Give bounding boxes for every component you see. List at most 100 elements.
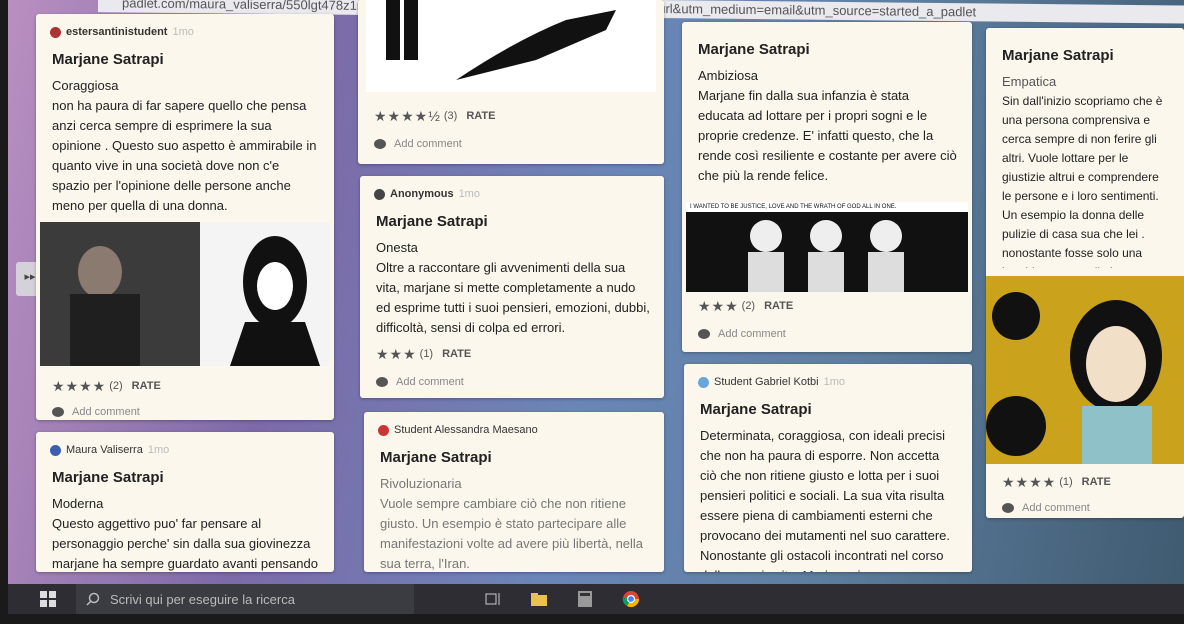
avatar: [374, 188, 385, 200]
avatar: [50, 26, 61, 38]
post-body: non ha paura di far sapere quello che pe…: [52, 98, 317, 213]
post-card[interactable]: Anonymous 1mo Marjane Satrapi Onesta Olt…: [360, 176, 664, 398]
post-body: Oltre a raccontare gli avvenimenti della…: [376, 260, 650, 335]
post-author: Student Gabriel Kotbi: [714, 376, 819, 388]
post-adjective: Coraggiosa: [52, 78, 119, 93]
running-figure-illustration: [386, 0, 616, 80]
post-image: [986, 276, 1184, 464]
post-card[interactable]: estersantinistudent 1mo Marjane Satrapi …: [36, 14, 334, 420]
add-comment[interactable]: Add comment: [986, 498, 1106, 518]
taskbar-search-input[interactable]: Scrivi qui per eseguire la ricerca: [76, 584, 414, 614]
comment-icon: [1002, 503, 1014, 513]
post-rating: ★★★★½ (3) RATE: [358, 106, 511, 126]
post-author: Student Alessandra Maesano: [394, 424, 538, 436]
comment-icon: [376, 377, 388, 387]
post-title: Marjane Satrapi: [52, 51, 164, 68]
rate-button[interactable]: RATE: [764, 296, 793, 316]
post-image: [40, 222, 330, 366]
post-adjective: Empatica: [1002, 74, 1057, 89]
post-rating: ★★★ (2) RATE: [682, 296, 809, 316]
search-placeholder: Scrivi qui per eseguire la ricerca: [110, 591, 295, 607]
stars[interactable]: ★★★: [698, 296, 739, 316]
post-time: 1mo: [172, 26, 194, 38]
post-rating: ★★★★ (2) RATE: [36, 376, 177, 396]
post-rating: ★★★ (1) RATE: [360, 344, 487, 364]
add-comment-label: Add comment: [394, 138, 462, 150]
post-title: Marjane Satrapi: [1002, 47, 1114, 64]
post-author: Anonymous: [390, 188, 454, 200]
avatar: [378, 424, 389, 436]
post-author: Maura Valiserra: [66, 444, 143, 456]
windows-start-icon[interactable]: [40, 591, 56, 607]
post-author: estersantinistudent: [66, 26, 168, 38]
gears-illustration: [986, 292, 1162, 464]
post-image: I WANTED TO BE JUSTICE, LOVE AND THE WRA…: [686, 202, 968, 292]
post-time: 1mo: [147, 444, 170, 456]
post-body: Sin dall'inizio scopriamo che è una pers…: [1002, 94, 1163, 268]
stars[interactable]: ★★★: [376, 344, 417, 364]
post-rating: ★★★★ (1) RATE: [986, 472, 1127, 492]
taskbar: Scrivi qui per eseguire la ricerca: [8, 584, 1184, 614]
post-header: Maura Valiserra 1mo: [36, 432, 334, 460]
comment-icon: [698, 329, 710, 339]
post-title: Marjane Satrapi: [700, 401, 812, 418]
comic-caption: I WANTED TO BE JUSTICE, LOVE AND THE WRA…: [686, 202, 968, 212]
post-title: Marjane Satrapi: [380, 449, 492, 466]
rating-count: (2): [741, 300, 756, 312]
add-comment[interactable]: Add comment: [682, 324, 802, 344]
comment-icon: [52, 407, 64, 417]
post-body: Marjane fin dalla sua infanzia è stata e…: [698, 88, 957, 183]
stars[interactable]: ★★★★: [1002, 472, 1056, 492]
post-adjective: Moderna: [52, 496, 104, 511]
search-icon: [86, 592, 100, 606]
post-card[interactable]: Maura Valiserra 1mo Marjane Satrapi Mode…: [36, 432, 334, 572]
rate-button[interactable]: RATE: [132, 376, 161, 396]
comic-panel-illustration: [748, 220, 904, 292]
post-title: Marjane Satrapi: [52, 469, 164, 486]
post-card[interactable]: ★★★★½ (3) RATE Add comment: [358, 0, 664, 164]
file-explorer-icon[interactable]: [530, 590, 548, 608]
post-header: Student Gabriel Kotbi 1mo: [684, 364, 972, 392]
post-header: estersantinistudent 1mo: [36, 14, 334, 42]
rate-button[interactable]: RATE: [442, 344, 471, 364]
add-comment[interactable]: Add comment: [36, 402, 156, 420]
add-comment[interactable]: Add comment: [358, 134, 478, 154]
screen: padlet.com/maura_valiserra/550lgt478z1ru…: [8, 0, 1184, 612]
post-adjective: Rivoluzionaria: [380, 476, 462, 491]
calculator-icon[interactable]: [576, 590, 594, 608]
add-comment-label: Add comment: [72, 406, 140, 418]
stars[interactable]: ★★★★½: [374, 106, 441, 126]
satrapi-illustration: [40, 222, 320, 366]
post-time: 1mo: [458, 188, 480, 200]
post-card[interactable]: Marjane Satrapi Empatica Sin dall'inizio…: [986, 28, 1184, 518]
add-comment-label: Add comment: [718, 328, 786, 340]
post-time: 1mo: [823, 376, 845, 388]
rating-count: (3): [443, 110, 458, 122]
post-header: Student Alessandra Maesano: [364, 412, 664, 440]
task-view-icon[interactable]: [484, 590, 502, 608]
post-adjective: Ambiziosa: [698, 68, 758, 83]
post-card[interactable]: Student Alessandra Maesano Marjane Satra…: [364, 412, 664, 572]
avatar: [698, 376, 709, 388]
add-comment-label: Add comment: [396, 376, 464, 388]
rating-count: (2): [109, 380, 123, 392]
post-title: Marjane Satrapi: [698, 41, 810, 58]
post-title: Marjane Satrapi: [376, 213, 488, 230]
post-header: Anonymous 1mo: [360, 176, 664, 204]
comment-icon: [374, 139, 386, 149]
stars[interactable]: ★★★★: [52, 376, 106, 396]
post-body: Vuole sempre cambiare ciò che non ritien…: [380, 496, 644, 571]
add-comment-label: Add comment: [1022, 502, 1090, 514]
avatar: [50, 444, 61, 456]
rate-button[interactable]: RATE: [1082, 472, 1111, 492]
chrome-icon[interactable]: [622, 590, 640, 608]
rate-button[interactable]: RATE: [466, 106, 495, 126]
post-body: Questo aggettivo puo' far pensare al per…: [52, 516, 318, 571]
add-comment[interactable]: Add comment: [360, 372, 480, 392]
rating-count: (1): [1059, 476, 1073, 488]
post-card[interactable]: Marjane Satrapi Ambiziosa Marjane fin da…: [682, 22, 972, 352]
post-body: Determinata, coraggiosa, con ideali prec…: [700, 428, 951, 572]
post-image: [366, 0, 656, 92]
post-card[interactable]: Student Gabriel Kotbi 1mo Marjane Satrap…: [684, 364, 972, 572]
post-adjective: Onesta: [376, 240, 418, 255]
